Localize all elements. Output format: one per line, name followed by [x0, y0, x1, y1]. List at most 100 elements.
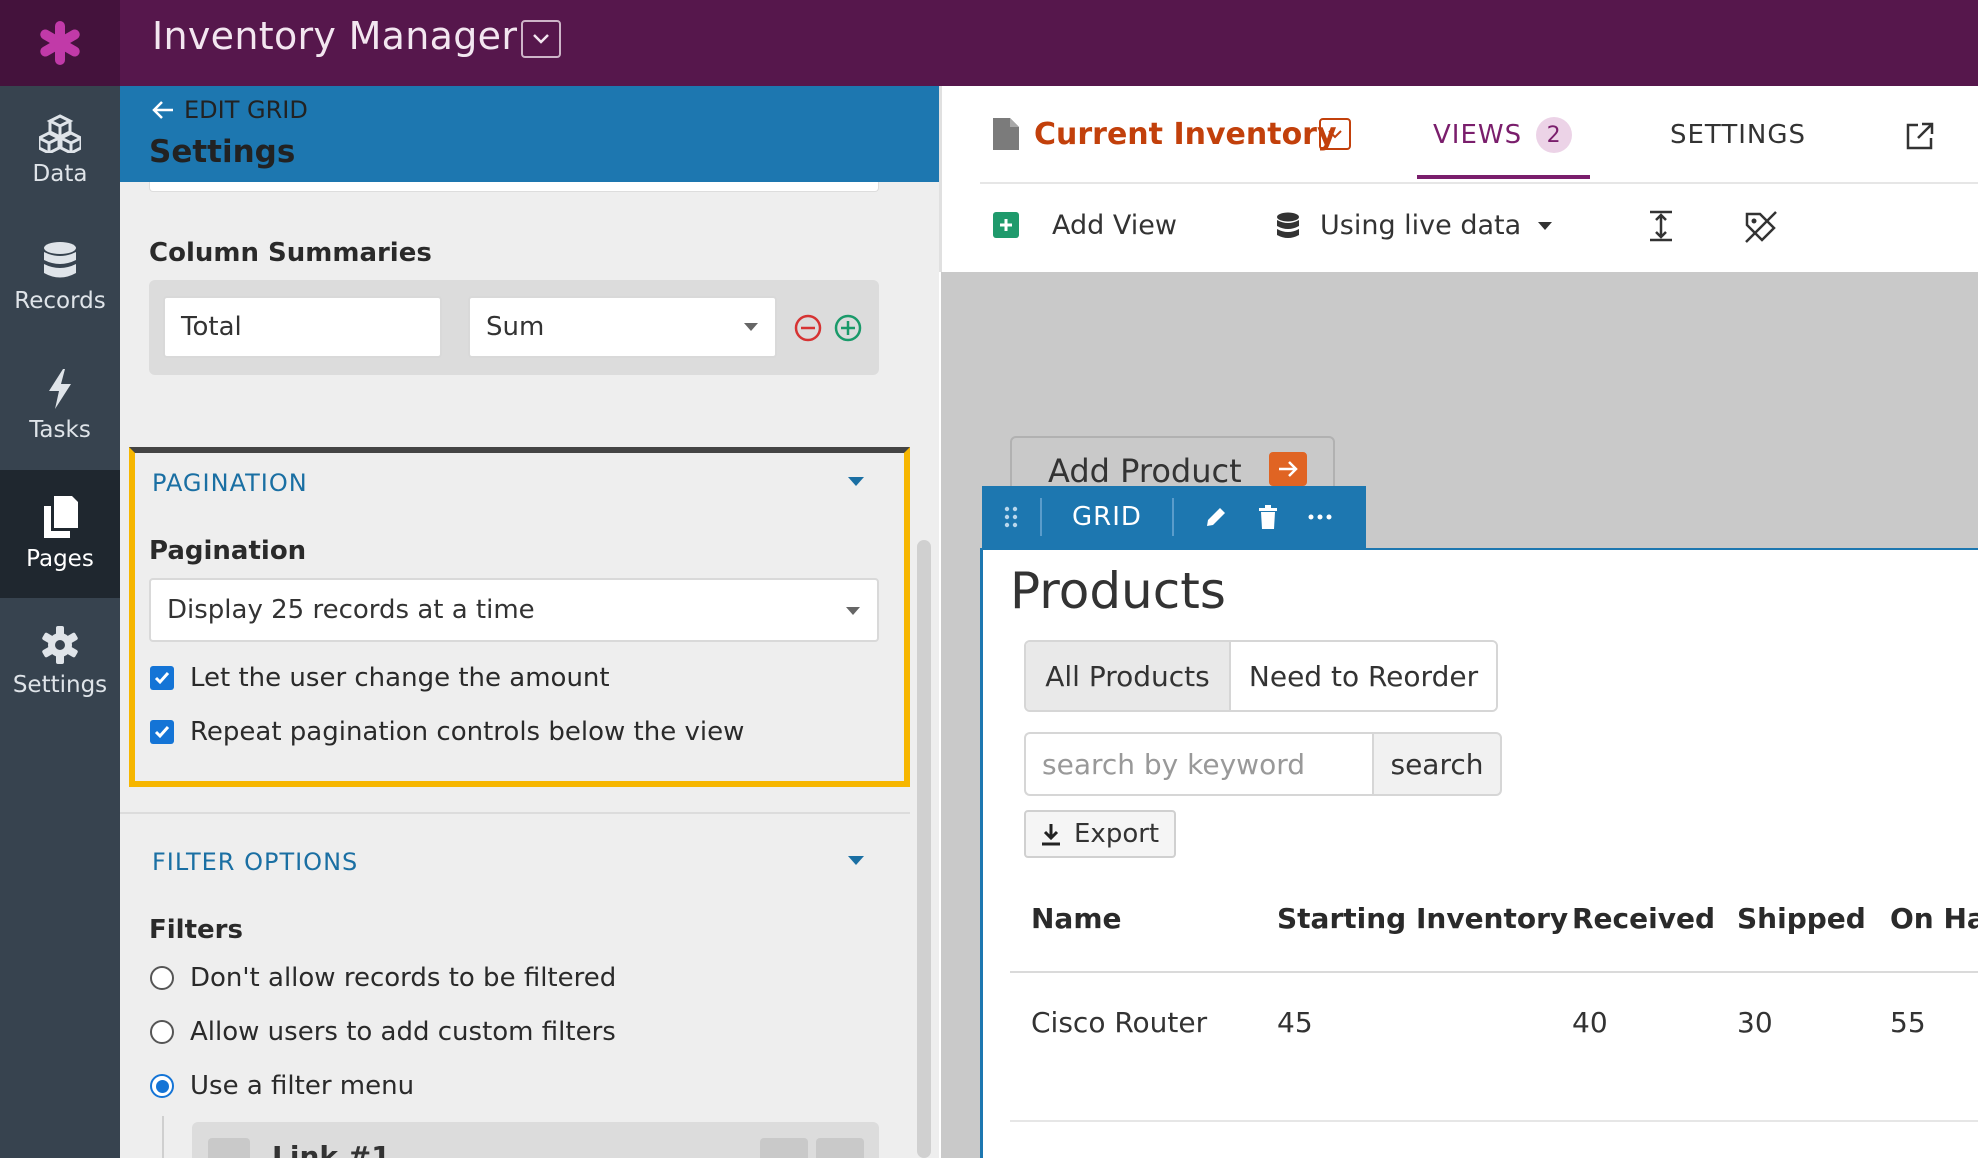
copy-icon[interactable]: [760, 1138, 808, 1158]
column-header-name[interactable]: Name: [1031, 902, 1122, 935]
filter-menu: All Products Need to Reorder: [1024, 640, 1498, 712]
filters-label: Filters: [149, 915, 243, 945]
radio-selected[interactable]: [150, 1074, 174, 1098]
view-header: [939, 86, 1978, 272]
summary-name-input[interactable]: Total: [163, 296, 442, 358]
move-handle[interactable]: [208, 1138, 250, 1158]
views-count-badge: 2: [1536, 117, 1573, 153]
search-input[interactable]: search by keyword: [1024, 732, 1374, 796]
column-header-on-hand[interactable]: On Ha: [1890, 902, 1978, 935]
bolt-icon: [49, 369, 71, 409]
column-header-shipped[interactable]: Shipped: [1737, 902, 1866, 935]
option-label: Don't allow records to be filtered: [190, 963, 617, 993]
filter-option-custom[interactable]: Allow users to add custom filters: [150, 1017, 616, 1047]
table-cell-shipped: 30: [1737, 1006, 1773, 1039]
tab-views[interactable]: VIEWS 2: [1433, 117, 1573, 153]
trash-icon[interactable]: [1258, 505, 1278, 529]
radio-unselected[interactable]: [150, 1020, 174, 1044]
view-toolbar: GRID: [982, 486, 1366, 548]
search-button[interactable]: search: [1372, 732, 1502, 796]
option-label: Let the user change the amount: [190, 663, 610, 693]
caret-down-icon: [1538, 221, 1553, 230]
expand-vertical-icon[interactable]: [1648, 210, 1674, 242]
summary-function-value: Sum: [486, 312, 545, 342]
view-title[interactable]: Current Inventory: [1034, 117, 1337, 152]
nav-item-records[interactable]: Records: [0, 214, 120, 342]
plus-icon[interactable]: [993, 212, 1019, 238]
filter-option-menu[interactable]: Use a filter menu: [150, 1071, 414, 1101]
nav-label: Records: [14, 288, 106, 314]
more-options-icon[interactable]: [1308, 514, 1332, 520]
caret-down-icon[interactable]: [847, 855, 865, 866]
back-label: EDIT GRID: [184, 96, 308, 124]
external-link-icon[interactable]: [1905, 121, 1935, 151]
table-cell-received: 40: [1572, 1006, 1608, 1039]
nav-item-data[interactable]: Data: [0, 86, 120, 214]
pagination-option-repeat-controls[interactable]: Repeat pagination controls below the vie…: [150, 717, 744, 747]
summary-function-select[interactable]: Sum: [468, 296, 777, 358]
table-cell-starting-inventory: 45: [1277, 1006, 1313, 1039]
filter-option-none[interactable]: Don't allow records to be filtered: [150, 963, 616, 993]
pagination-select[interactable]: Display 25 records at a time: [149, 578, 879, 642]
asterisk-logo-icon: [40, 21, 80, 65]
radio-unselected[interactable]: [150, 966, 174, 990]
app-dropdown-button[interactable]: [521, 20, 561, 58]
chevron-down-icon: [533, 34, 549, 44]
caret-down-icon[interactable]: [847, 476, 865, 487]
header-divider: [980, 182, 1978, 184]
option-label: Use a filter menu: [190, 1071, 415, 1101]
tab-views-label: VIEWS: [1433, 120, 1523, 150]
nav-item-tasks[interactable]: Tasks: [0, 342, 120, 470]
checkmark-icon: [154, 726, 170, 739]
pagination-section-title[interactable]: PAGINATION: [152, 469, 308, 497]
tab-settings[interactable]: SETTINGS: [1670, 120, 1806, 150]
toolbar-divider: [1040, 498, 1042, 536]
add-circle-icon[interactable]: [834, 314, 862, 342]
filter-tab-need-to-reorder[interactable]: Need to Reorder: [1231, 642, 1496, 710]
data-mode-dropdown[interactable]: Using live data: [1320, 210, 1553, 241]
remove-circle-icon[interactable]: [794, 314, 822, 342]
column-header-received[interactable]: Received: [1572, 902, 1715, 935]
tag-off-icon[interactable]: [1744, 210, 1778, 244]
pencil-icon[interactable]: [1204, 505, 1228, 529]
toolbar-divider: [1171, 498, 1174, 536]
add-product-label: Add Product: [1048, 452, 1242, 490]
export-button[interactable]: Export: [1024, 810, 1176, 858]
section-divider: [120, 812, 910, 814]
pagination-select-value: Display 25 records at a time: [167, 595, 535, 625]
panel-title: Settings: [149, 134, 296, 170]
drag-handle-icon[interactable]: [1004, 506, 1018, 528]
nav-label: Settings: [12, 672, 108, 698]
filter-tab-all-products[interactable]: All Products: [1026, 642, 1231, 710]
filter-menu-item-label: Link #1: [272, 1140, 391, 1158]
export-label: Export: [1074, 819, 1160, 849]
nav-item-settings[interactable]: Settings: [0, 598, 120, 726]
option-label: Allow users to add custom filters: [190, 1017, 616, 1047]
checkbox-checked[interactable]: [150, 666, 174, 690]
column-header-starting-inventory[interactable]: Starting Inventory: [1277, 902, 1568, 935]
filter-menu-item: Link #1: [192, 1122, 879, 1158]
checkbox-checked[interactable]: [150, 720, 174, 744]
option-label: Repeat pagination controls below the vie…: [190, 717, 745, 747]
nav-label: Data: [32, 161, 88, 187]
table-cell-on-hand: 55: [1890, 1006, 1926, 1039]
filter-options-section-title[interactable]: FILTER OPTIONS: [152, 848, 358, 876]
caret-down-icon: [744, 323, 758, 331]
caret-down-icon: [846, 607, 860, 615]
chevron-down-icon: [1328, 129, 1342, 138]
back-to-edit-grid-link[interactable]: EDIT GRID: [152, 96, 308, 124]
pagination-option-change-amount[interactable]: Let the user change the amount: [150, 663, 610, 693]
arrow-left-icon: [152, 101, 173, 119]
trash-icon[interactable]: [816, 1138, 864, 1158]
app-logo[interactable]: [0, 0, 120, 86]
cubes-icon: [39, 114, 81, 153]
grid-title: Products: [1010, 562, 1226, 620]
nav-item-pages[interactable]: Pages: [0, 470, 120, 598]
database-icon: [1277, 212, 1299, 238]
checkmark-icon: [154, 672, 170, 685]
panel-scrollbar[interactable]: [917, 540, 931, 1158]
add-view-button[interactable]: Add View: [1052, 210, 1177, 241]
database-icon: [44, 242, 76, 278]
table-cell-name: Cisco Router: [1031, 1006, 1208, 1039]
view-title-dropdown[interactable]: [1319, 118, 1351, 150]
